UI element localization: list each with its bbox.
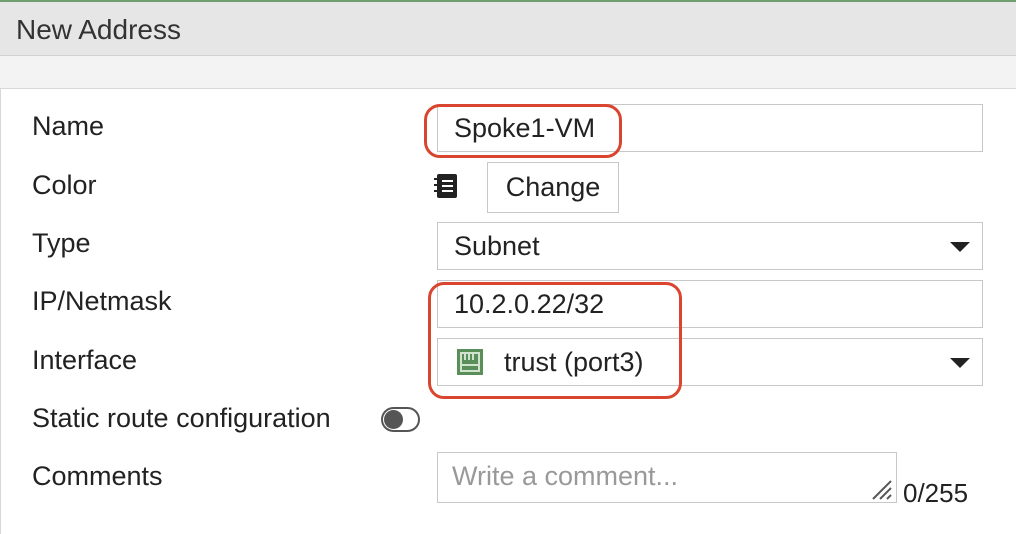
interface-select[interactable]: trust (port3) <box>437 338 983 386</box>
type-select[interactable]: Subnet <box>437 222 983 270</box>
chevron-down-icon <box>950 242 970 252</box>
title-bar: New Address <box>0 0 1016 56</box>
static-route-label: Static route configuration <box>32 403 331 433</box>
network-port-icon <box>456 348 484 376</box>
change-color-button[interactable]: Change <box>487 162 619 213</box>
title-spacer <box>0 56 1016 88</box>
comments-label: Comments <box>32 461 163 491</box>
static-route-toggle[interactable] <box>381 407 420 432</box>
ip-netmask-label: IP/Netmask <box>32 286 172 316</box>
name-label: Name <box>32 111 105 141</box>
dialog-title: New Address <box>16 14 181 45</box>
color-swatch-icon <box>433 172 461 200</box>
ip-netmask-value: 10.2.0.22/32 <box>454 289 605 319</box>
name-input[interactable]: Spoke1-VM <box>437 104 983 152</box>
ip-netmask-input[interactable]: 10.2.0.22/32 <box>437 280 983 328</box>
color-label: Color <box>32 170 97 200</box>
new-address-dialog: New Address Name Spoke1-VM Color Change … <box>0 0 1016 534</box>
type-select-value: Subnet <box>454 231 540 261</box>
comment-char-counter: 0/255 <box>903 478 969 508</box>
type-label: Type <box>32 228 91 258</box>
name-input-value: Spoke1-VM <box>454 113 596 143</box>
interface-label: Interface <box>32 345 138 375</box>
chevron-down-icon <box>950 358 970 368</box>
toggle-knob <box>384 410 403 429</box>
comments-textarea[interactable] <box>437 452 897 503</box>
resize-grip-icon[interactable] <box>869 477 893 501</box>
interface-select-value: trust (port3) <box>504 347 644 377</box>
